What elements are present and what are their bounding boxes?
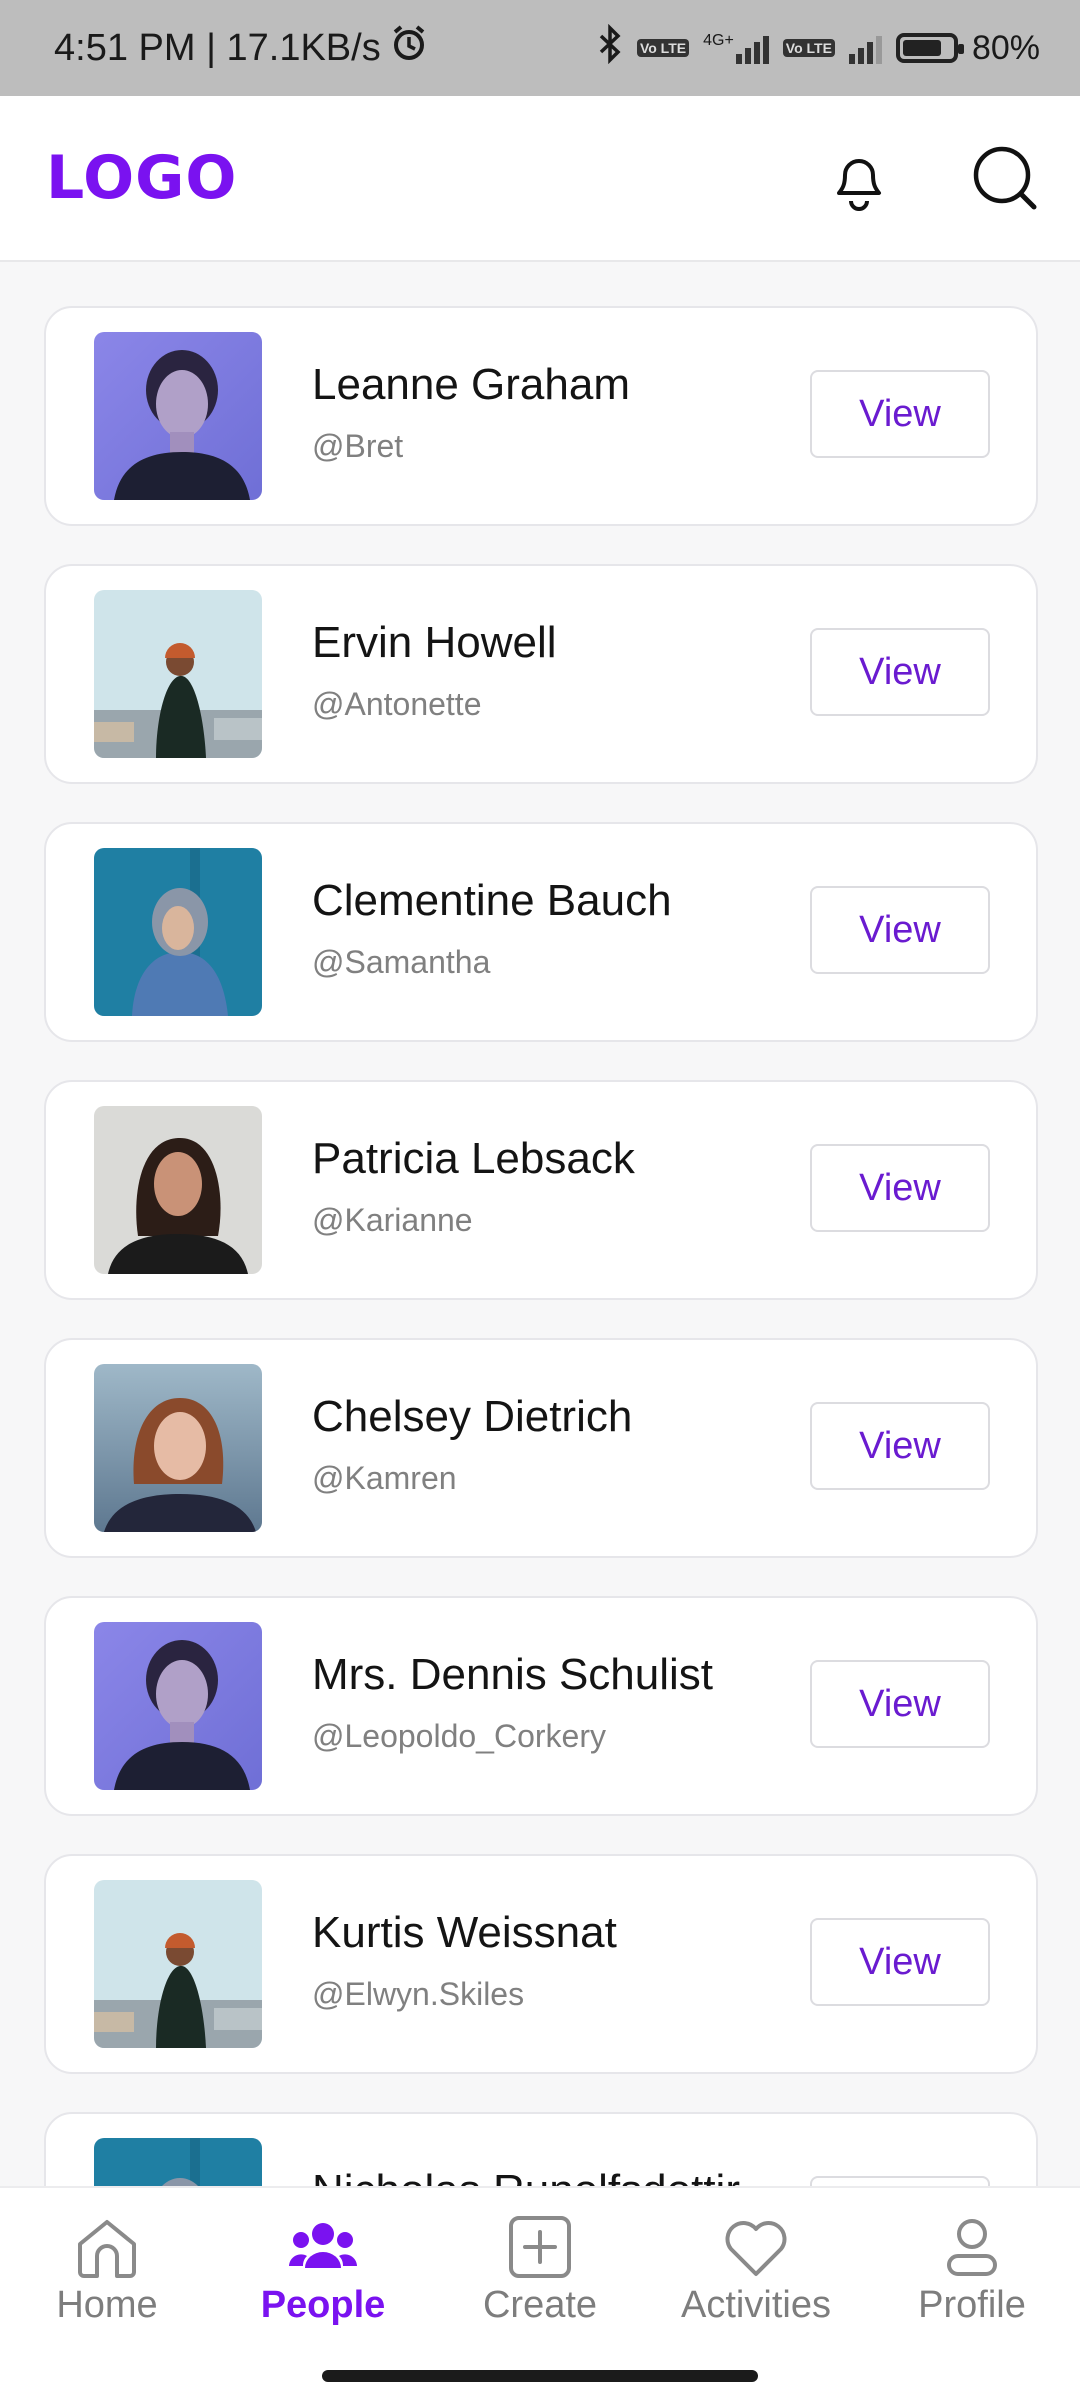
nav-home-label: Home [56,2284,158,2326]
avatar [94,1106,262,1274]
status-bar: 4:51 PM | 17.1KB/s Vo LTE 4G+ Vo LTE 80% [0,0,1080,96]
alarm-icon [389,23,429,73]
person-name: Leanne Graham [312,360,630,409]
volte-badge-2: Vo LTE [782,39,835,57]
nav-home[interactable]: Home [7,2216,207,2336]
bell-icon[interactable] [824,143,894,213]
nav-create[interactable]: Create [440,2216,640,2336]
people-icon [289,2223,357,2268]
view-button[interactable]: View [810,1660,990,1748]
person-card: Leanne Graham @Bret View [44,306,1038,526]
person-handle: @Antonette [312,686,482,722]
person-name: Mrs. Dennis Schulist [312,1650,714,1699]
nav-people[interactable]: People [223,2216,423,2336]
person-handle: @Samantha [312,944,491,980]
nav-people-label: People [260,2284,386,2326]
search-icon[interactable] [970,143,1040,213]
app-logo: LOGO [46,143,238,213]
person-handle: @Leopoldo_Corkery [312,1718,606,1754]
person-card: Mrs. Dennis Schulist @Leopoldo_Corkery Vie… [44,1596,1038,1816]
nav-profile-label: Profile [918,2284,1026,2326]
user-icon [947,2219,997,2276]
volte-badge-1: Vo LTE [636,39,690,57]
person-handle: @Bret [312,428,404,464]
person-handle: @Elwyn.Skiles [312,1976,525,2012]
view-button[interactable]: View [810,1144,990,1232]
person-name: Chelsey Dietrich [312,1392,633,1441]
battery-fill [902,40,942,56]
avatar [94,848,262,1016]
person-card: Patricia Lebsack @Karianne View [44,1080,1038,1300]
avatar [94,1880,262,2048]
avatar [94,590,262,758]
status-right: Vo LTE 4G+ Vo LTE 80% [597,23,1040,73]
nav-activities-label: Activities [681,2284,831,2326]
person-name: Kurtis Weissnat [312,1908,617,1957]
view-button[interactable]: View [810,628,990,716]
person-name: Ervin Howell [312,618,557,667]
home-indicator[interactable] [322,2370,758,2382]
view-button[interactable]: View [810,370,990,458]
nav-activities[interactable]: Activities [656,2216,856,2336]
network-type: 4G+ [703,32,734,49]
signal-icon-2 [848,32,882,64]
avatar [94,1622,262,1790]
view-button[interactable]: View [810,886,990,974]
person-card: Chelsey Dietrich @Kamren View [44,1338,1038,1558]
avatar [94,332,262,500]
battery-percent: 80% [971,28,1040,67]
avatar [94,1364,262,1532]
battery-icon [895,33,964,63]
bluetooth-icon [597,23,623,73]
person-name: Clementine Bauch [312,876,672,925]
person-card: Clementine Bauch @Samantha View [44,822,1038,1042]
nav-profile[interactable]: Profile [872,2216,1072,2336]
person-card: Kurtis Weissnat @Elwyn.Skiles View [44,1854,1038,2074]
status-left: 4:51 PM | 17.1KB/s [54,23,429,73]
people-list: Leanne Graham @Bret View Ervin Howell @Anton… [44,306,1038,2370]
app-header: LOGO [0,96,1080,262]
person-name: Patricia Lebsack [312,1134,635,1183]
nav-create-label: Create [482,2284,598,2326]
person-handle: @Kamren [312,1460,457,1496]
status-time: 4:51 PM | 17.1KB/s [54,26,381,69]
plus-square-icon [509,2216,571,2278]
header-actions [824,143,1040,213]
home-icon [78,2220,136,2278]
view-button[interactable]: View [810,1402,990,1490]
heart-icon [725,2221,787,2276]
signal-icon: 4G+ [703,32,769,64]
person-card: Ervin Howell @Antonette View [44,564,1038,784]
person-handle: @Karianne [312,1202,473,1238]
view-button[interactable]: View [810,1918,990,2006]
